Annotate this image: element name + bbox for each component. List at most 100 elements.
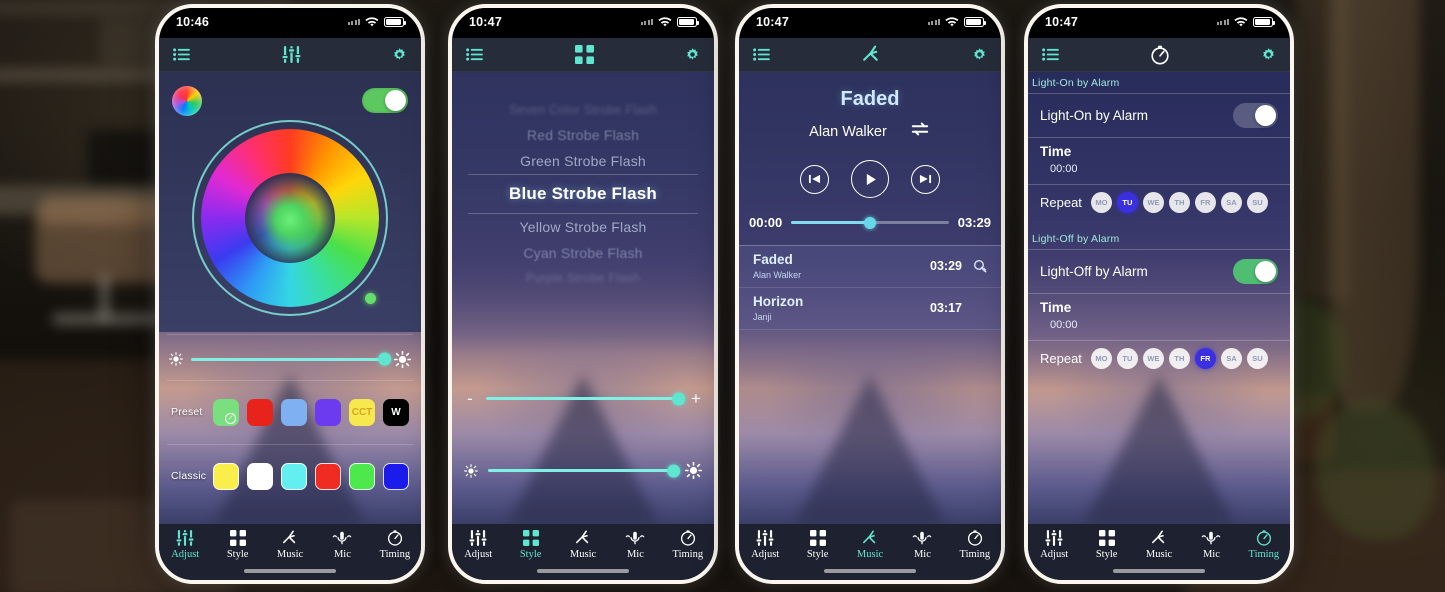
speed-slider[interactable]: - + <box>452 390 714 407</box>
progress-track[interactable] <box>791 216 949 229</box>
tab-style[interactable]: Style <box>504 530 556 560</box>
tab-timing[interactable]: Timing <box>1238 530 1290 560</box>
light-off-toggle[interactable] <box>1233 259 1278 284</box>
tab-music[interactable]: Music <box>264 530 316 560</box>
speed-slider-thumb[interactable] <box>672 392 686 405</box>
style-item[interactable]: Yellow Strobe Flash <box>519 214 646 240</box>
tab-adjust[interactable]: Adjust <box>159 530 211 560</box>
tab-mic[interactable]: Mic <box>609 530 661 560</box>
light-on-time[interactable]: Time 00:00 <box>1028 137 1290 184</box>
next-track-button[interactable] <box>911 164 940 194</box>
day-th[interactable]: TH <box>1168 192 1190 213</box>
tab-adjust[interactable]: Adjust <box>452 530 504 560</box>
classic-swatch-cyan[interactable] <box>281 462 307 490</box>
style-brightness-track[interactable] <box>488 464 681 477</box>
preset-swatch-blue[interactable] <box>281 398 307 426</box>
tab-label: Style <box>806 549 829 560</box>
play-button[interactable] <box>851 160 889 198</box>
light-on-toggle[interactable] <box>1233 103 1278 128</box>
tab-adjust[interactable]: Adjust <box>739 530 791 560</box>
previous-track-button[interactable] <box>800 164 829 194</box>
preset-swatch-cct[interactable]: CCT <box>349 398 375 426</box>
repeat-icon[interactable] <box>909 120 931 143</box>
tab-mic[interactable]: Mic <box>1185 530 1237 560</box>
day-mo[interactable]: MO <box>1090 348 1112 369</box>
day-su[interactable]: SU <box>1246 348 1268 369</box>
day-we[interactable]: WE <box>1142 348 1164 369</box>
brightness-slider[interactable] <box>159 344 421 374</box>
tab-style[interactable]: Style <box>211 530 263 560</box>
color-wheel-thumb[interactable] <box>365 293 376 304</box>
style-brightness-slider[interactable] <box>452 462 714 479</box>
style-item-selected[interactable]: Blue Strobe Flash <box>509 175 657 213</box>
day-we[interactable]: WE <box>1142 192 1164 213</box>
gear-icon[interactable] <box>392 47 407 62</box>
tab-style[interactable]: Style <box>1080 530 1132 560</box>
list-menu-icon[interactable] <box>1042 48 1059 61</box>
classic-swatch-red[interactable] <box>315 462 341 490</box>
classic-swatch-white[interactable] <box>247 462 273 490</box>
light-off-time[interactable]: Time 00:00 <box>1028 293 1290 340</box>
style-item[interactable]: Green Strobe Flash <box>520 148 646 174</box>
tab-music[interactable]: Music <box>557 530 609 560</box>
time-value[interactable]: 00:00 <box>1040 319 1278 331</box>
tab-label: Adjust <box>1040 549 1069 560</box>
progress-thumb[interactable] <box>864 216 876 229</box>
day-su[interactable]: SU <box>1246 192 1268 213</box>
style-item[interactable]: Cyan Strobe Flash <box>523 240 642 266</box>
preset-swatch-white[interactable]: W <box>383 398 409 426</box>
preset-swatch-red[interactable] <box>247 398 273 426</box>
brightness-slider-track[interactable] <box>191 352 392 366</box>
day-th[interactable]: TH <box>1168 348 1190 369</box>
preset-swatch-green[interactable]: ✓ <box>213 398 239 426</box>
gear-icon[interactable] <box>972 47 987 62</box>
style-brightness-thumb[interactable] <box>667 464 681 477</box>
classic-swatch-yellow[interactable] <box>213 462 239 490</box>
gear-icon[interactable] <box>685 47 700 62</box>
room-plant-two <box>1315 400 1435 540</box>
brightness-slider-thumb[interactable] <box>378 352 392 366</box>
light-off-row[interactable]: Light-Off by Alarm <box>1028 249 1290 293</box>
tab-style[interactable]: Style <box>791 530 843 560</box>
list-menu-icon[interactable] <box>466 48 483 61</box>
classic-swatch-green[interactable] <box>349 462 375 490</box>
tab-mic[interactable]: Mic <box>316 530 368 560</box>
day-fr[interactable]: FR <box>1194 192 1216 213</box>
playlist-row[interactable]: Horizon Janji 03:17 <box>739 288 1001 330</box>
gear-icon[interactable] <box>1261 47 1276 62</box>
plus-icon[interactable]: + <box>690 390 702 407</box>
color-wheel-center[interactable] <box>245 173 335 263</box>
speed-slider-track[interactable] <box>486 392 686 405</box>
style-item[interactable]: Purple Strobe Flash <box>526 266 640 290</box>
color-wheel-icon[interactable] <box>172 86 202 116</box>
timer-icon <box>680 530 695 546</box>
day-tu[interactable]: TU <box>1116 348 1138 369</box>
style-item[interactable]: Seven Color Strobe Flash <box>509 98 657 122</box>
tab-timing[interactable]: Timing <box>949 530 1001 560</box>
day-sa[interactable]: SA <box>1220 348 1242 369</box>
minus-icon[interactable]: - <box>464 390 476 407</box>
playback-progress[interactable]: 00:00 03:29 <box>739 215 1001 230</box>
list-menu-icon[interactable] <box>173 48 190 61</box>
style-list[interactable]: Seven Color Strobe Flash Red Strobe Flas… <box>452 98 714 290</box>
classic-swatch-blue[interactable] <box>383 462 409 490</box>
day-sa[interactable]: SA <box>1220 192 1242 213</box>
tab-music[interactable]: Music <box>1133 530 1185 560</box>
preset-swatch-purple[interactable] <box>315 398 341 426</box>
power-toggle[interactable] <box>362 88 408 113</box>
time-value[interactable]: 00:00 <box>1040 163 1278 175</box>
day-mo[interactable]: MO <box>1090 192 1112 213</box>
color-wheel[interactable] <box>192 120 388 316</box>
tab-timing[interactable]: Timing <box>369 530 421 560</box>
tab-mic[interactable]: Mic <box>896 530 948 560</box>
day-fr[interactable]: FR <box>1194 348 1216 369</box>
speaker-link-icon[interactable] <box>972 259 989 274</box>
tab-timing[interactable]: Timing <box>662 530 714 560</box>
light-on-row[interactable]: Light-On by Alarm <box>1028 93 1290 137</box>
style-item[interactable]: Red Strobe Flash <box>527 122 639 148</box>
list-menu-icon[interactable] <box>753 48 770 61</box>
tab-music[interactable]: Music <box>844 530 896 560</box>
tab-adjust[interactable]: Adjust <box>1028 530 1080 560</box>
playlist-row[interactable]: Faded Alan Walker 03:29 <box>739 246 1001 288</box>
day-tu[interactable]: TU <box>1116 192 1138 213</box>
